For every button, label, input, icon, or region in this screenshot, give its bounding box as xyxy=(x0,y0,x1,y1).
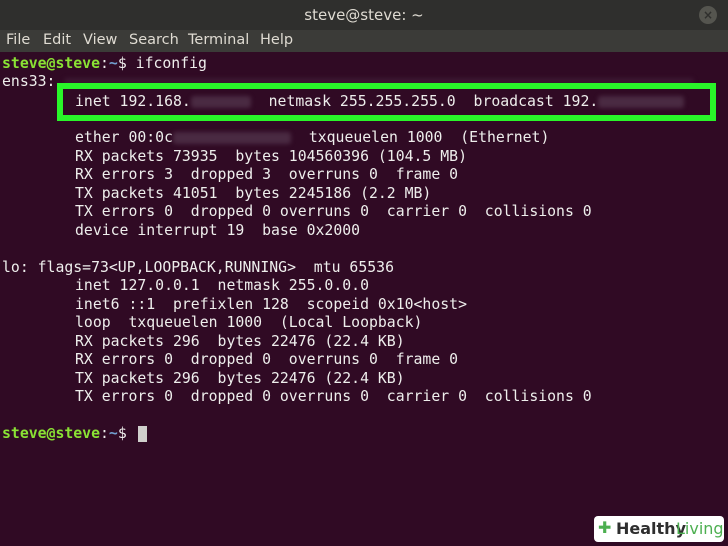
terminal-output[interactable]: steve@steve:~$ ifconfig ens33: ether 00:… xyxy=(0,54,728,546)
menu-bar: File Edit View Search Terminal Help xyxy=(0,30,728,52)
command-line: steve@steve:~$ ifconfig xyxy=(2,55,207,72)
lo-rx-errors: RX errors 0 dropped 0 overruns 0 frame 0 xyxy=(75,351,459,368)
menu-terminal[interactable]: Terminal xyxy=(188,32,249,48)
plus-icon: ✚ xyxy=(598,518,612,537)
prompt-user: steve@steve xyxy=(2,55,100,72)
lo-inet6: inet6 ::1 prefixlen 128 scopeid 0x10<hos… xyxy=(75,296,467,313)
menu-file[interactable]: File xyxy=(6,32,30,48)
ens33-inet-line: inet 192.168. netmask 255.255.255.0 broa… xyxy=(75,93,685,110)
menu-search[interactable]: Search xyxy=(129,32,179,48)
text-cursor xyxy=(137,426,147,442)
menu-help[interactable]: Help xyxy=(260,32,293,48)
lo-tx-errors: TX errors 0 dropped 0 overruns 0 carrier… xyxy=(75,388,592,405)
window-titlebar: steve@steve: ~ × xyxy=(0,0,728,30)
ens33-device: device interrupt 19 base 0x2000 xyxy=(75,222,361,239)
ens33-header: ens33: xyxy=(2,73,65,90)
close-icon[interactable]: × xyxy=(699,6,717,24)
menu-edit[interactable]: Edit xyxy=(43,32,71,48)
watermark-word2: Living xyxy=(676,519,724,538)
lo-inet: inet 127.0.0.1 netmask 255.0.0.0 xyxy=(75,277,369,294)
command-text: ifconfig xyxy=(135,55,207,72)
ens33-ether: ether 00:0c txqueuelen 1000 (Ethernet) xyxy=(75,129,550,146)
window-title: steve@steve: ~ xyxy=(304,6,424,24)
final-prompt: steve@steve:~$ xyxy=(2,425,147,443)
lo-loop: loop txqueuelen 1000 (Local Loopback) xyxy=(75,314,423,331)
menu-view[interactable]: View xyxy=(83,32,117,48)
ens33-tx-errors: TX errors 0 dropped 0 overruns 0 carrier… xyxy=(75,203,592,220)
lo-rx-packets: RX packets 296 bytes 22476 (22.4 KB) xyxy=(75,333,405,350)
prompt-path: ~ xyxy=(108,55,118,72)
ens33-rx-packets: RX packets 73935 bytes 104560396 (104.5 … xyxy=(75,148,467,165)
ens33-rx-errors: RX errors 3 dropped 3 overruns 0 frame 0 xyxy=(75,166,459,183)
lo-header: lo: flags=73<UP,LOOPBACK,RUNNING> mtu 65… xyxy=(2,259,394,276)
watermark-logo: ✚ Healthy Living xyxy=(594,516,724,542)
lo-tx-packets: TX packets 296 bytes 22476 (22.4 KB) xyxy=(75,370,405,387)
ens33-tx-packets: TX packets 41051 bytes 2245186 (2.2 MB) xyxy=(75,185,432,202)
